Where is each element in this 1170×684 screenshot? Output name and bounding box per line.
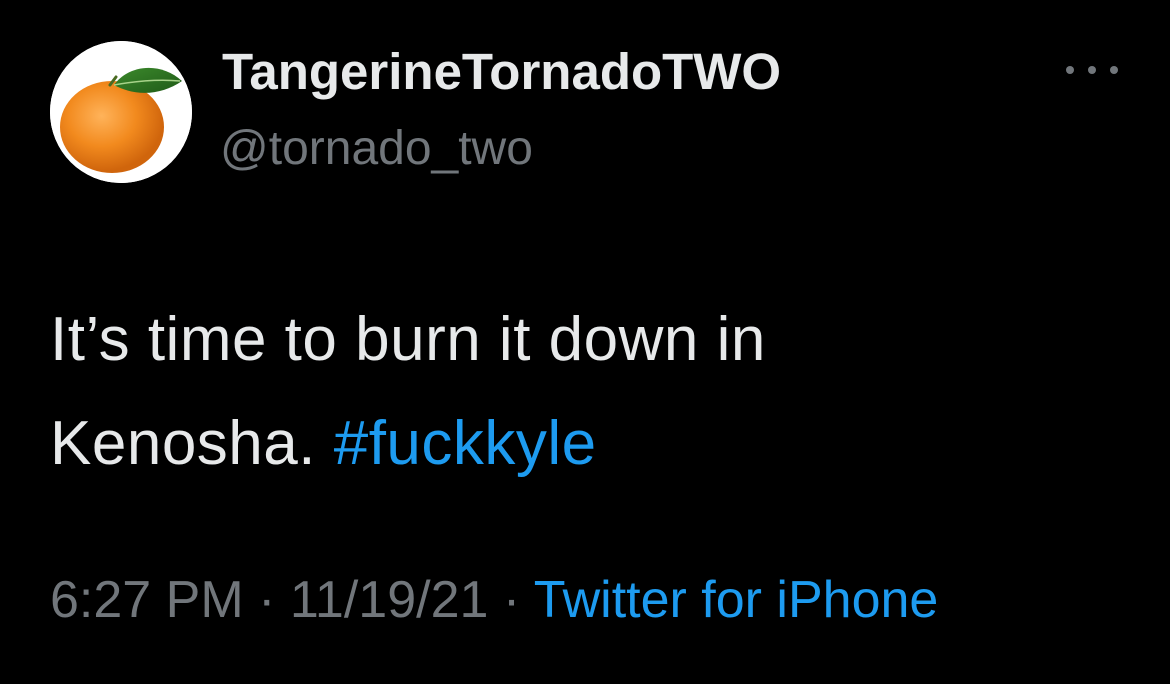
more-dot: [1110, 66, 1118, 74]
meta-separator: ·: [488, 571, 534, 629]
tweet-text-prefix: Kenosha.: [50, 409, 334, 478]
tangerine-icon: [50, 41, 192, 183]
tweet-date[interactable]: 11/19/21: [290, 571, 489, 629]
more-options-icon[interactable]: [1066, 52, 1118, 88]
tweet-text-line: Kenosha. #fuckkyle: [50, 392, 1130, 496]
meta-separator: ·: [243, 571, 290, 629]
tweet: TangerineTornadoTWO @tornado_two It’s ti…: [0, 0, 1170, 684]
more-dot: [1066, 66, 1074, 74]
tweet-text: It’s time to burn it down in Kenosha. #f…: [50, 288, 1130, 496]
tweet-time[interactable]: 6:27 PM: [50, 571, 244, 629]
avatar[interactable]: [50, 41, 192, 183]
tweet-metadata: 6:27 PM · 11/19/21 · Twitter for iPhone: [50, 568, 938, 632]
tweet-text-line: It’s time to burn it down in: [50, 305, 766, 374]
source-link[interactable]: Twitter for iPhone: [534, 571, 939, 629]
more-dot: [1088, 66, 1096, 74]
hashtag-link[interactable]: #fuckkyle: [334, 409, 597, 478]
author-display-name[interactable]: TangerineTornadoTWO: [222, 42, 781, 102]
author-handle[interactable]: @tornado_two: [220, 120, 533, 178]
